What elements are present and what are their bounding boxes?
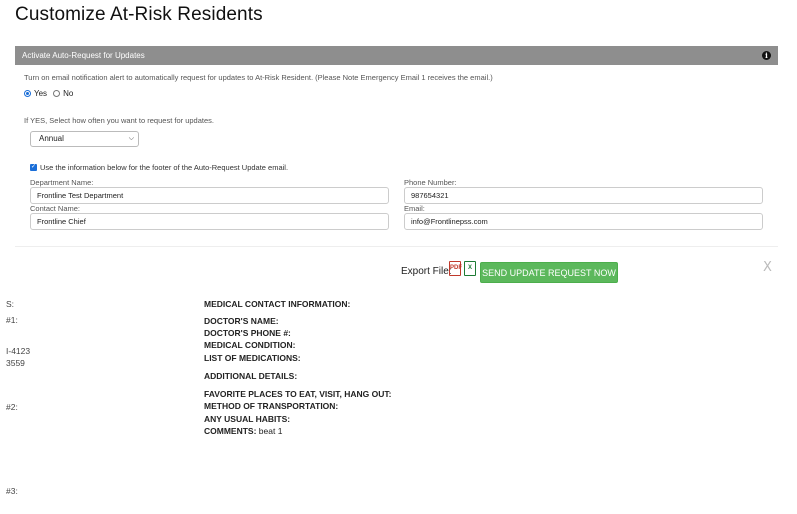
frequency-label: If YES, Select how often you want to req… <box>24 116 214 125</box>
footer-option-row: ✓ Use the information below for the foot… <box>30 163 288 172</box>
additional-details-label: ADDITIONAL DETAILS: <box>204 371 298 381</box>
medical-condition-label: MEDICAL CONDITION: <box>204 340 296 350</box>
phone-number-label: Phone Number: <box>404 178 457 187</box>
medications-label: LIST OF MEDICATIONS: <box>204 353 301 363</box>
send-update-request-button[interactable]: SEND UPDATE REQUEST NOW <box>480 262 618 283</box>
excel-export-icon[interactable]: X <box>464 261 476 276</box>
notification-notice: Turn on email notification alert to auto… <box>24 73 493 82</box>
comments-row: COMMENTS: beat 1 <box>204 426 282 436</box>
frequency-select[interactable]: Annual ⌵ <box>30 131 139 147</box>
left-fragment: 3559 <box>6 358 25 368</box>
footer-option-label: Use the information below for the footer… <box>40 163 289 172</box>
frequency-selected-value: Annual <box>39 134 64 143</box>
usual-habits-label: ANY USUAL HABITS: <box>204 414 291 424</box>
section-header-bar: Activate Auto-Request for Updates i <box>15 46 778 65</box>
transportation-label: METHOD OF TRANSPORTATION: <box>204 401 339 411</box>
footer-option-checkbox[interactable]: ✓ <box>30 164 37 171</box>
chevron-down-icon: ⌵ <box>128 135 134 142</box>
left-fragment: I-4123 <box>6 346 31 356</box>
radio-yes[interactable] <box>24 90 31 97</box>
pdf-export-icon[interactable]: PDF <box>449 261 462 276</box>
divider <box>15 246 778 247</box>
department-name-label: Department Name: <box>30 178 94 187</box>
radio-no-label[interactable]: No <box>63 89 73 98</box>
medical-contact-header: MEDICAL CONTACT INFORMATION: <box>204 299 351 309</box>
doctor-name-label: DOCTOR'S NAME: <box>204 316 279 326</box>
export-file-label: Export File: <box>401 266 452 277</box>
auto-request-radio-group: Yes No <box>24 89 76 98</box>
doctor-phone-label: DOCTOR'S PHONE #: <box>204 328 291 338</box>
close-icon[interactable]: X <box>763 260 772 275</box>
contact-name-label: Contact Name: <box>30 204 81 213</box>
email-label: Email: <box>404 204 425 213</box>
page-title: Customize At-Risk Residents <box>15 4 263 25</box>
comments-label: COMMENTS: <box>204 426 257 436</box>
radio-yes-label[interactable]: Yes <box>34 89 47 98</box>
comments-value: beat 1 <box>258 426 283 436</box>
section-title: Activate Auto-Request for Updates <box>22 51 145 60</box>
left-fragment: S: <box>6 299 15 309</box>
info-icon[interactable]: i <box>762 51 771 60</box>
contact-name-input[interactable]: Frontline Chief <box>30 213 389 230</box>
email-input[interactable]: info@Frontlinepss.com <box>404 213 763 230</box>
left-fragment: #1: <box>6 315 18 325</box>
left-fragment: #3: <box>6 486 18 496</box>
phone-number-input[interactable]: 987654321 <box>404 187 763 204</box>
department-name-input[interactable]: Frontline Test Department <box>30 187 389 204</box>
favorite-places-label: FAVORITE PLACES TO EAT, VISIT, HANG OUT: <box>204 389 392 399</box>
left-fragment: #2: <box>6 402 18 412</box>
radio-no[interactable] <box>53 90 61 97</box>
